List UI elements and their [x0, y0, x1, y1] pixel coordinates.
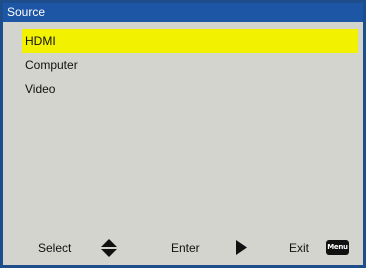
source-list: HDMI Computer Video	[22, 29, 358, 101]
exit-hint-label: Exit	[289, 241, 310, 255]
menu-key-icon: Menu	[326, 240, 349, 255]
source-item-video[interactable]: Video	[22, 77, 358, 101]
select-hint-label: Select	[38, 241, 72, 255]
source-item-hdmi[interactable]: HDMI	[22, 29, 358, 53]
up-down-arrows-icon	[101, 239, 117, 257]
right-triangle-icon	[236, 240, 247, 255]
enter-hint-label: Enter	[171, 241, 200, 255]
control-hints: Select Enter Exit Menu	[3, 237, 363, 259]
source-item-computer[interactable]: Computer	[22, 53, 358, 77]
menu-title: Source	[3, 3, 363, 22]
source-menu-window: Source HDMI Computer Video Select Enter …	[0, 0, 366, 268]
